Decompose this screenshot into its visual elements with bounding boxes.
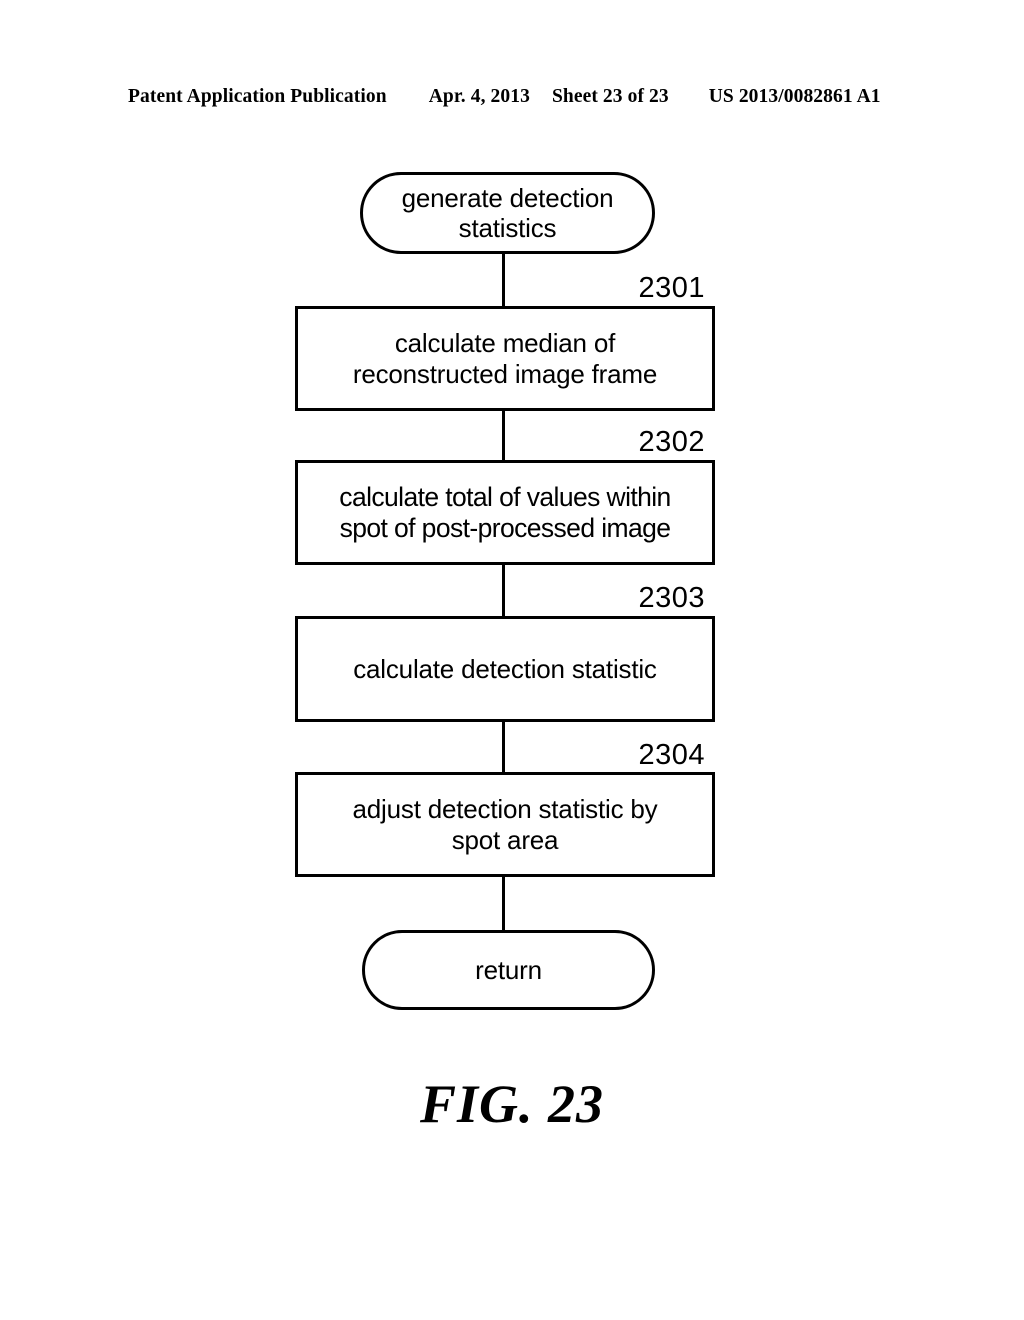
ref-label-2302: 2302: [638, 426, 705, 458]
flowchart-step-2304: adjust detection statistic by spot area: [295, 772, 715, 877]
flowchart-return-terminal: return: [362, 930, 655, 1010]
flowchart-step-2301: calculate median of reconstructed image …: [295, 306, 715, 411]
step-2301-label: calculate median of reconstructed image …: [347, 328, 663, 388]
step-2302-line1: calculate total of values within: [339, 481, 671, 512]
connector-2304-to-return: [502, 876, 505, 932]
step-2302-label: calculate total of values within spot of…: [333, 482, 676, 543]
step-2304-label: adjust detection statistic by spot area: [347, 794, 664, 854]
step-2301-line1: calculate median of: [394, 328, 616, 359]
flowchart-step-2302: calculate total of values within spot of…: [295, 460, 715, 565]
connector-start-to-2301: [502, 253, 505, 308]
start-terminal-label: generate detection statistics: [402, 183, 614, 243]
ref-label-2303: 2303: [638, 582, 705, 614]
flowchart-start-terminal: generate detection statistics: [360, 172, 655, 254]
flowchart-step-2303: calculate detection statistic: [295, 616, 715, 722]
connector-2301-to-2302: [502, 410, 505, 462]
connector-2303-to-2304: [502, 721, 505, 774]
ref-label-2301: 2301: [638, 272, 705, 304]
connector-2302-to-2303: [502, 564, 505, 617]
step-2304-line2: spot area: [451, 824, 559, 855]
ref-label-2304: 2304: [638, 739, 705, 771]
step-2302-line2: spot of post-processed image: [339, 512, 671, 543]
figure-caption: FIG. 23: [419, 1074, 605, 1134]
return-terminal-label: return: [475, 954, 542, 985]
step-2303-label: calculate detection statistic: [347, 654, 662, 684]
start-terminal-line1: generate detection: [401, 182, 614, 213]
start-terminal-line2: statistics: [458, 213, 557, 243]
step-2301-line2: reconstructed image frame: [352, 358, 658, 389]
step-2303-line1: calculate detection statistic: [353, 653, 657, 684]
step-2304-line1: adjust detection statistic by: [352, 794, 658, 825]
